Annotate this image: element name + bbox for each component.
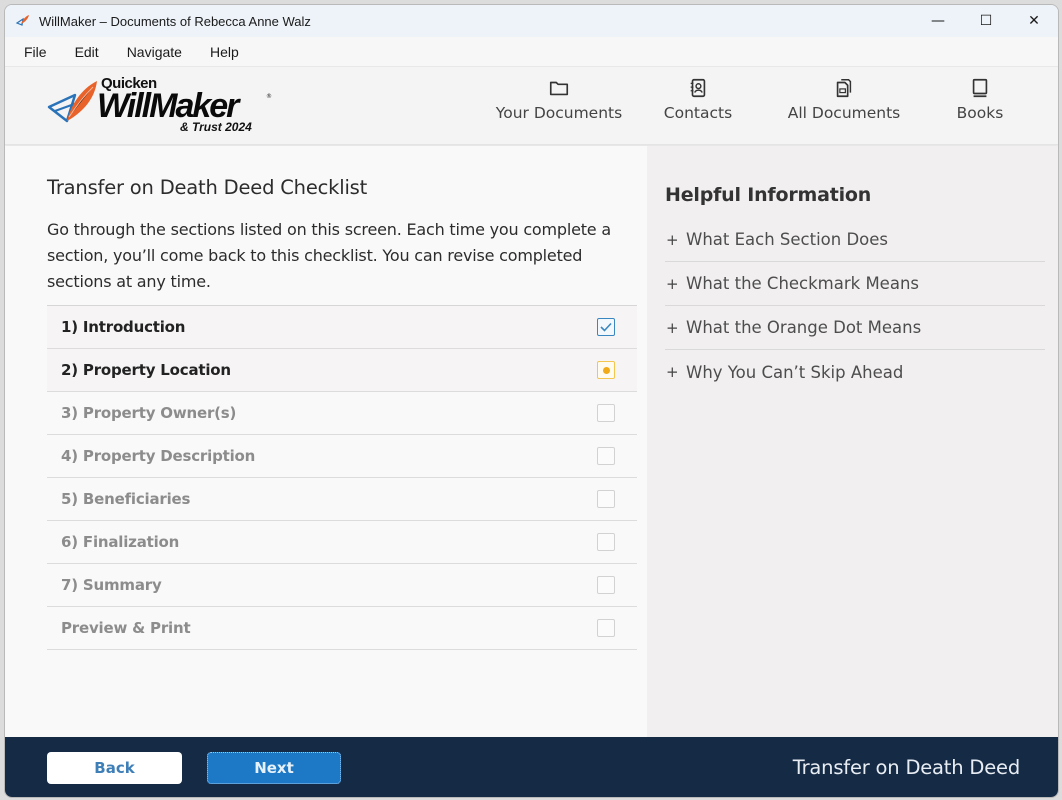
helpful-info-title: Helpful Information	[665, 184, 872, 206]
helpful-info-item[interactable]: + What the Checkmark Means	[665, 262, 1045, 306]
checklist-item-label: 6) Finalization	[61, 533, 180, 551]
logo-edition: & Trust 2024	[180, 120, 252, 134]
page-title: Transfer on Death Deed Checklist	[47, 176, 368, 199]
menu-bar: File Edit Navigate Help	[5, 37, 1058, 67]
window-title: WillMaker – Documents of Rebecca Anne Wa…	[39, 13, 311, 29]
expand-plus-icon: +	[666, 318, 679, 337]
helpful-info-item-label: What Each Section Does	[686, 230, 889, 249]
title-bar: WillMaker – Documents of Rebecca Anne Wa…	[5, 5, 1058, 37]
app-header: Quicken WillMaker ® & Trust 2024 Your Do…	[5, 67, 1058, 145]
checklist-item-label: 7) Summary	[61, 576, 162, 594]
nav-label: All Documents	[787, 104, 901, 122]
empty-checkbox-icon	[597, 576, 615, 594]
minimize-icon: —	[931, 13, 945, 29]
checklist: 1) Introduction 2) Property Location 3) Pr…	[47, 305, 637, 650]
helpful-info-panel: Helpful Information + What Each Section D…	[647, 146, 1058, 737]
nav-your-documents[interactable]: Your Documents	[484, 67, 634, 145]
close-icon: ✕	[1028, 13, 1040, 29]
checklist-panel: Transfer on Death Deed Checklist Go thro…	[5, 146, 647, 737]
menu-file[interactable]: File	[24, 44, 47, 60]
empty-checkbox-icon	[597, 490, 615, 508]
folder-icon	[549, 81, 569, 96]
checklist-item[interactable]: 2) Property Location	[47, 349, 637, 392]
footer-bar: Back Next Transfer on Death Deed	[5, 737, 1058, 797]
maximize-button[interactable]: ☐	[962, 5, 1010, 37]
checklist-item-label: 3) Property Owner(s)	[61, 404, 237, 422]
expand-plus-icon: +	[666, 363, 679, 381]
helpful-info-list: + What Each Section Does + What the Checkma…	[665, 218, 1048, 394]
top-nav: Your Documents Contacts All Documents Bo…	[484, 67, 1058, 145]
checklist-item-label: 5) Beneficiaries	[61, 490, 191, 508]
helpful-info-item-label: What the Orange Dot Means	[686, 318, 922, 337]
nav-books[interactable]: Books	[920, 67, 1040, 145]
checklist-item-label: 1) Introduction	[61, 318, 186, 336]
menu-help[interactable]: Help	[210, 44, 239, 60]
nav-all-documents[interactable]: All Documents	[774, 67, 914, 145]
book-icon	[972, 78, 988, 98]
checklist-intro: Go through the sections listed on this s…	[47, 220, 611, 291]
documents-stack-icon	[836, 79, 852, 98]
nav-label: Contacts	[663, 104, 733, 122]
document-type-label: Transfer on Death Deed	[792, 756, 1020, 779]
next-button[interactable]: Next	[207, 752, 341, 784]
minimize-button[interactable]: —	[914, 5, 962, 37]
checklist-item-label: 4) Property Description	[61, 447, 256, 465]
checklist-item[interactable]: 1) Introduction	[47, 306, 637, 349]
maximize-icon: ☐	[979, 13, 993, 29]
checklist-item: Preview & Print	[47, 607, 637, 650]
menu-navigate[interactable]: Navigate	[127, 44, 182, 60]
helpful-info-item[interactable]: + What Each Section Does	[665, 218, 1045, 262]
checklist-item: 3) Property Owner(s)	[47, 392, 637, 435]
checklist-item: 4) Property Description	[47, 435, 637, 478]
helpful-info-item-label: What the Checkmark Means	[686, 274, 919, 293]
quill-logo-icon	[47, 81, 97, 123]
nav-label: Books	[956, 104, 1004, 122]
menu-edit[interactable]: Edit	[75, 44, 99, 60]
helpful-info-item[interactable]: + Why You Can’t Skip Ahead	[665, 350, 1045, 394]
checklist-item: 7) Summary	[47, 564, 637, 607]
expand-plus-icon: +	[666, 230, 679, 249]
contacts-book-icon	[690, 78, 706, 98]
checklist-item: 5) Beneficiaries	[47, 478, 637, 521]
logo-registered-mark: ®	[266, 93, 272, 100]
checklist-item-label: Preview & Print	[61, 619, 191, 637]
checkmark-icon	[597, 318, 615, 336]
willmaker-app-icon	[15, 15, 29, 26]
orange-dot-icon	[597, 361, 615, 379]
willmaker-logo: Quicken WillMaker ® & Trust 2024	[45, 73, 275, 137]
checklist-item: 6) Finalization	[47, 521, 637, 564]
empty-checkbox-icon	[597, 404, 615, 422]
back-button[interactable]: Back	[47, 752, 182, 784]
close-button[interactable]: ✕	[1010, 5, 1058, 37]
main-content: Transfer on Death Deed Checklist Go thro…	[5, 146, 1058, 737]
app-window: WillMaker – Documents of Rebecca Anne Wa…	[4, 4, 1059, 798]
nav-label: Your Documents	[495, 104, 623, 122]
empty-checkbox-icon	[597, 619, 615, 637]
checklist-item-label: 2) Property Location	[61, 361, 231, 379]
empty-checkbox-icon	[597, 533, 615, 551]
nav-contacts[interactable]: Contacts	[638, 67, 758, 145]
expand-plus-icon: +	[666, 274, 679, 293]
helpful-info-item[interactable]: + What the Orange Dot Means	[665, 306, 1045, 350]
empty-checkbox-icon	[597, 447, 615, 465]
helpful-info-item-label: Why You Can’t Skip Ahead	[686, 362, 904, 382]
